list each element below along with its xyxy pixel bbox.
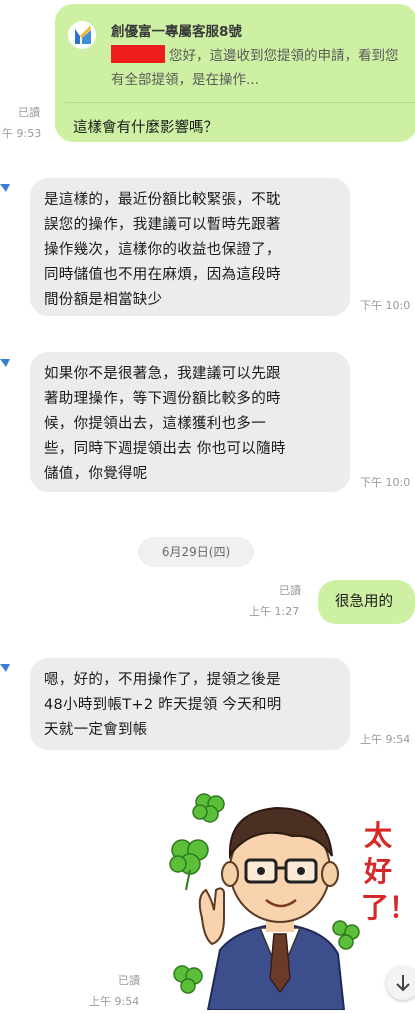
quoted-sender-name: 創優富一專屬客服8號 (111, 24, 242, 40)
date-divider: 6月29日(四) (138, 537, 254, 567)
message-time: 上午 9:54 (89, 995, 140, 1008)
incoming-message[interactable]: 嗯，好的，不用操作了，提領之後是 48小時到帳T+2 昨天提領 今天和明 天就一… (30, 658, 350, 750)
sticker[interactable]: 太好了！ (168, 778, 415, 1011)
message-time: 午 9:53 (2, 127, 42, 140)
sender-avatar-icon (0, 359, 10, 367)
message-time: 上午 1:27 (249, 605, 300, 618)
sticker-text: 太好了！ (361, 819, 415, 924)
reply-message-text: 這樣會有什麼影響嗎？ (73, 120, 218, 136)
read-status: 已讀 (118, 974, 140, 987)
arrow-down-icon (396, 975, 410, 992)
incoming-message[interactable]: 如果你不是很著急，我建議可以先跟 著助理操作，等下週份額比較多的時 候，你提領出… (30, 352, 350, 492)
sender-logo-icon (68, 21, 96, 49)
redaction-block (111, 45, 165, 63)
sender-avatar-icon (0, 664, 10, 672)
reply-message-bubble[interactable]: 創優富一專屬客服8號 您好，這邊收到您提領的申請，看到您有全部提領，是在操作..… (55, 4, 415, 142)
quoted-message[interactable]: 創優富一專屬客服8號 您好，這邊收到您提領的申請，看到您有全部提領，是在操作..… (55, 4, 415, 102)
message-time: 上午 9:54 (360, 733, 411, 746)
quoted-text: 您好，這邊收到您提領的申請，看到您有全部提領，是在操作... (111, 44, 411, 92)
sender-avatar-icon (0, 184, 10, 192)
message-time: 下午 10:0 (360, 299, 411, 312)
incoming-message[interactable]: 是這樣的，最近份額比較緊張，不耽 誤您的操作，我建議可以暫時先跟著 操作幾次，這… (30, 178, 350, 316)
outgoing-message[interactable]: 很急用的 (318, 580, 415, 624)
divider (65, 102, 415, 103)
read-status: 已讀 (279, 584, 301, 597)
message-time: 下午 10:0 (360, 476, 411, 489)
read-status: 已讀 (18, 106, 40, 119)
scroll-to-bottom-button[interactable] (386, 966, 415, 1000)
